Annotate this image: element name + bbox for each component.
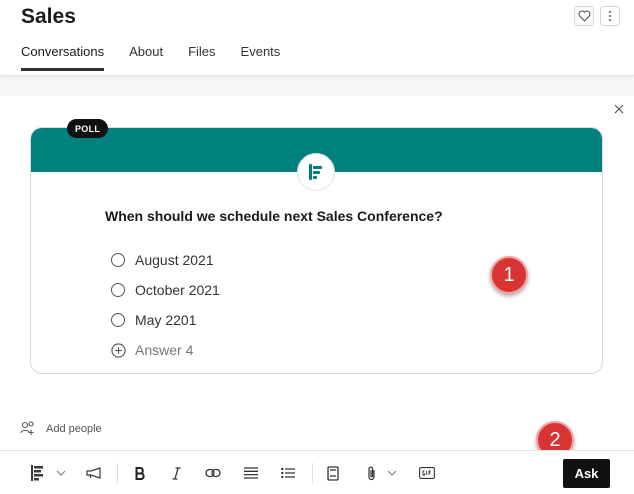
chevron-down-icon: [56, 470, 66, 476]
tab-about[interactable]: About: [129, 44, 163, 71]
toolbar-divider: [117, 463, 118, 483]
link-icon: [205, 468, 221, 478]
poll-icon: [31, 465, 43, 481]
gif-button[interactable]: [418, 464, 436, 482]
composer-panel: POLL When should we schedule next Sales …: [0, 96, 634, 450]
poll-option[interactable]: August 2021: [111, 245, 220, 275]
close-icon: [614, 104, 624, 114]
poll-type-button[interactable]: [30, 464, 46, 482]
poll-option-label: October 2021: [135, 282, 220, 298]
chevron-down-icon: [387, 470, 397, 476]
close-button[interactable]: [610, 100, 628, 118]
toolbar-divider: [312, 463, 313, 483]
poll-options: August 2021 October 2021 May 2201 Answer…: [111, 245, 220, 365]
tab-conversations[interactable]: Conversations: [21, 44, 105, 71]
attach-dropdown[interactable]: [385, 464, 399, 482]
poll-card: POLL When should we schedule next Sales …: [30, 119, 603, 374]
attach-icon: [367, 466, 375, 481]
add-poll-option[interactable]: Answer 4: [111, 335, 220, 365]
radio-button[interactable]: [111, 253, 125, 267]
poll-option[interactable]: October 2021: [111, 275, 220, 305]
poll-option-label: May 2201: [135, 312, 197, 328]
add-circle-icon: [111, 342, 126, 358]
announcement-icon: [85, 467, 101, 479]
poll-question[interactable]: When should we schedule next Sales Confe…: [105, 208, 443, 224]
more-options-button[interactable]: [600, 6, 620, 26]
bulleted-list-button[interactable]: [243, 464, 259, 482]
more-vertical-icon: [609, 11, 611, 21]
callout-badge-1: 1: [490, 256, 528, 294]
numbered-list-icon: [281, 467, 295, 479]
group-header: Sales Conversations About Files Events: [0, 0, 634, 76]
radio-button[interactable]: [111, 313, 125, 327]
heart-icon: [578, 10, 590, 22]
radio-button[interactable]: [111, 283, 125, 297]
page-title: Sales: [21, 5, 76, 28]
favorite-button[interactable]: [574, 6, 594, 26]
link-button[interactable]: [204, 464, 222, 482]
add-people-label: Add people: [46, 422, 102, 435]
bulleted-list-icon: [244, 467, 258, 479]
ask-button[interactable]: Ask: [563, 459, 610, 488]
announcement-button[interactable]: [84, 464, 104, 482]
bold-icon: [135, 466, 145, 480]
message-type-dropdown[interactable]: [54, 464, 68, 482]
poll-option[interactable]: May 2201: [111, 305, 220, 335]
composer-toolbar: Ask: [0, 450, 634, 494]
add-option-label: Answer 4: [135, 342, 194, 358]
tab-events[interactable]: Events: [241, 44, 281, 71]
notebook-button[interactable]: [325, 464, 341, 482]
gif-icon: [419, 467, 435, 479]
poll-option-label: August 2021: [135, 252, 214, 268]
add-people-link[interactable]: Add people: [20, 421, 102, 436]
header-actions: [574, 6, 620, 26]
tab-bar: Conversations About Files Events: [21, 44, 280, 71]
attach-file-button[interactable]: [364, 464, 378, 482]
poll-badge: POLL: [67, 119, 109, 138]
italic-button[interactable]: [168, 464, 184, 482]
poll-type-icon: [297, 153, 335, 191]
poll-icon: [309, 164, 322, 180]
add-people-icon: [20, 421, 34, 435]
notebook-icon: [327, 465, 339, 481]
numbered-list-button[interactable]: [280, 464, 296, 482]
tab-files[interactable]: Files: [188, 44, 215, 71]
bold-button[interactable]: [132, 464, 148, 482]
italic-icon: [172, 466, 180, 480]
